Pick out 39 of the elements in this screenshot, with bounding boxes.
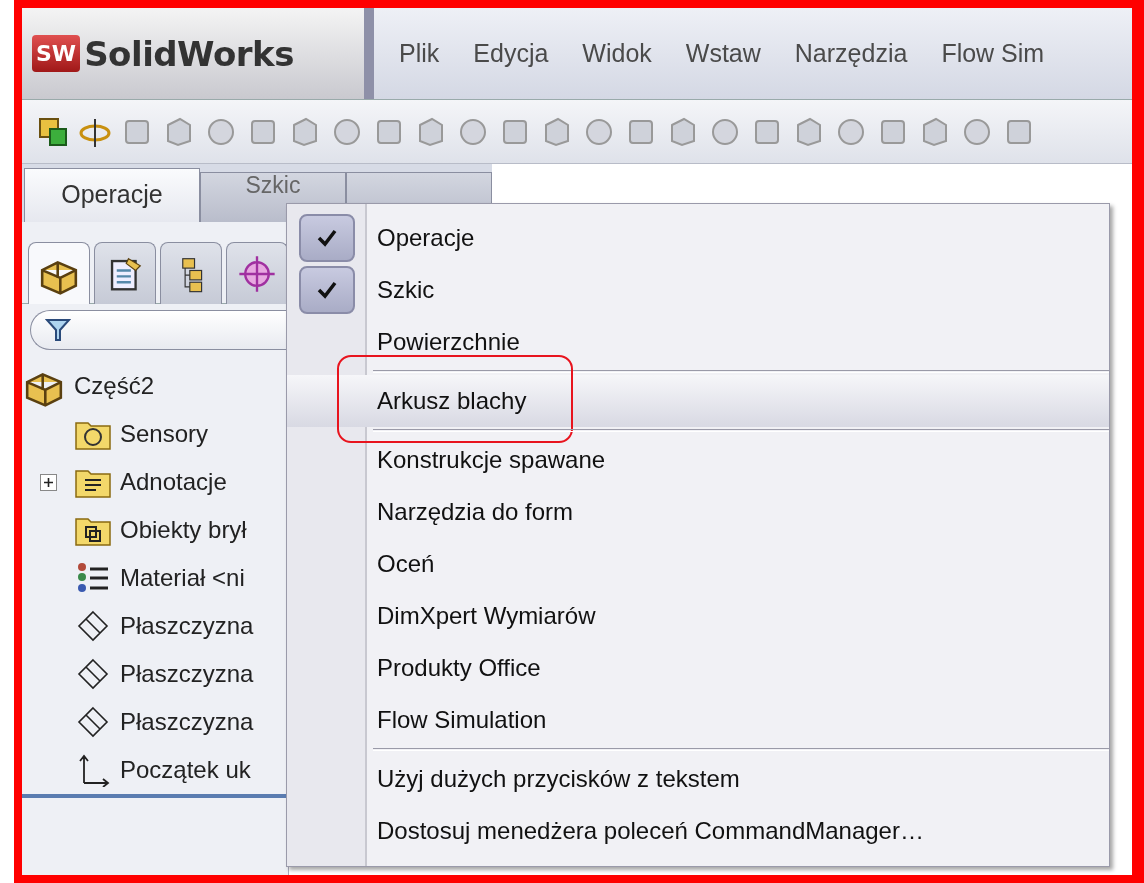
filter-icon <box>45 317 71 343</box>
tree-item[interactable]: Sensory <box>120 420 209 448</box>
menu-option[interactable]: Szkic <box>287 264 1109 316</box>
panel-tab[interactable] <box>94 242 156 304</box>
tree-item[interactable]: Płaszczyzna <box>120 660 254 688</box>
menu-option[interactable]: Użyj dużych przycisków z tekstem <box>287 753 1109 805</box>
menu-option[interactable]: Produkty Office <box>287 642 1109 694</box>
check-icon <box>317 229 337 247</box>
menu-option[interactable]: Flow Simulation <box>287 694 1109 746</box>
tree-item[interactable]: Adnotacje <box>120 468 227 496</box>
menu-option[interactable]: Narzędzia do form <box>287 486 1109 538</box>
tree-item[interactable]: Część2 <box>74 372 155 400</box>
tree-item[interactable]: Płaszczyzna <box>120 612 254 640</box>
menu-item[interactable]: Widok <box>565 39 669 68</box>
tree-item[interactable]: Obiekty brył <box>120 516 247 544</box>
crosshair-icon[interactable] <box>237 253 277 294</box>
menu-option[interactable]: Oceń <box>287 538 1109 590</box>
panel-tab[interactable] <box>28 242 90 304</box>
tree-item[interactable]: Płaszczyzna <box>120 708 254 736</box>
menu-item[interactable]: Wstaw <box>668 39 778 68</box>
tree-item[interactable]: Materiał <ni <box>120 564 245 592</box>
menu-option[interactable]: Arkusz blachy <box>287 375 1109 427</box>
menu-option[interactable]: Konstrukcje spawane <box>287 434 1109 486</box>
tree-item[interactable]: Początek uk <box>120 756 251 784</box>
menu-item[interactable]: Narzędzia <box>777 39 925 68</box>
panel-tab[interactable] <box>226 242 288 304</box>
expand-toggle[interactable] <box>40 473 57 491</box>
menu-item[interactable]: Flow Sim <box>924 39 1062 68</box>
menu-option[interactable]: Powierzchnie <box>287 316 1109 368</box>
menu-item[interactable]: Edycja <box>456 39 566 68</box>
menu-item[interactable]: Plik <box>382 39 457 68</box>
command-tab[interactable]: Operacje <box>24 168 200 222</box>
menu-option[interactable]: Dostosuj menedżera poleceń CommandManager… <box>287 805 1109 857</box>
filter-field[interactable] <box>30 310 288 350</box>
panel-tab[interactable] <box>160 242 222 304</box>
logo-text: SolidWorks <box>84 33 294 74</box>
check-icon <box>317 281 337 299</box>
logo-badge: SW <box>32 35 81 72</box>
menu-option[interactable]: DimXpert Wymiarów <box>287 590 1109 642</box>
